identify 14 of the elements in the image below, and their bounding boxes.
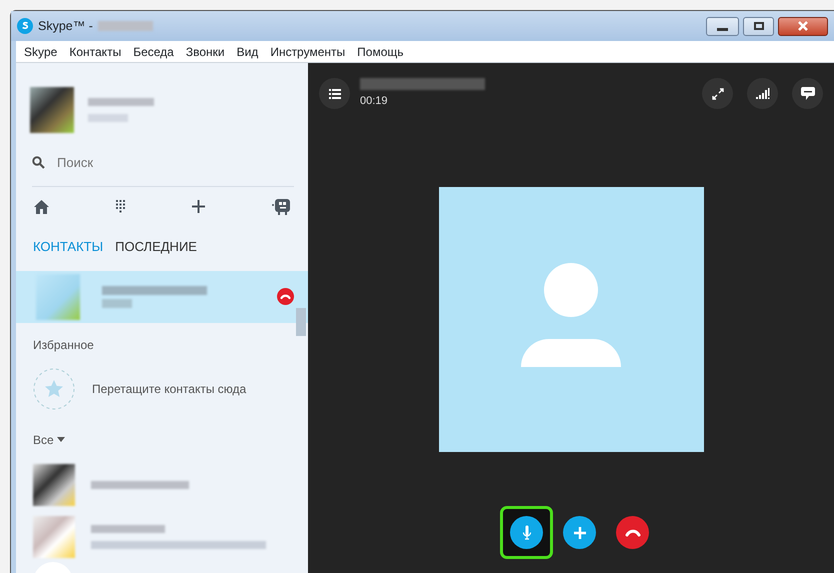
call-timer: 00:19 xyxy=(360,94,389,109)
section-heading: Избранное xyxy=(32,336,95,354)
window-title: Skype™ - xyxy=(38,18,93,35)
filter-dropdown[interactable]: Все xyxy=(16,410,308,448)
drop-hint: Перетащите контакты сюда xyxy=(92,380,246,398)
menu-item[interactable]: Инструменты xyxy=(264,42,352,60)
menu-item[interactable]: Контакты xyxy=(63,42,128,60)
search-field[interactable]: Поиск xyxy=(55,152,255,174)
menu-item[interactable]: Беседа xyxy=(127,42,180,60)
menu-item[interactable]: Помощь xyxy=(351,42,410,60)
tab[interactable]: ПОСЛЕДНИЕ xyxy=(115,236,197,256)
menu-item[interactable]: Skype xyxy=(18,42,64,60)
menu-item[interactable]: Вид xyxy=(230,42,264,60)
menu-item[interactable]: Звонки xyxy=(180,42,231,60)
